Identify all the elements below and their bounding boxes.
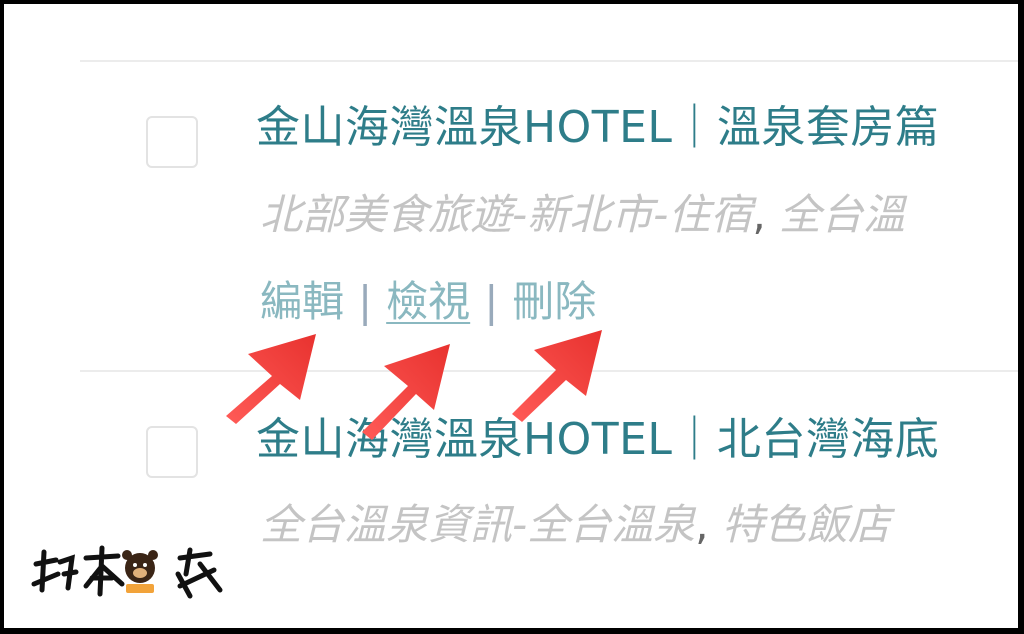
arrow-icon [226,334,316,424]
bear-mascot-icon [122,550,158,593]
post-list-panel: 金山海灣溫泉HOTEL｜溫泉套房篇 北部美食旅遊-新北市-住宿, 全台溫 編輯 |… [4,4,1018,628]
watermark-logo [31,545,223,599]
annotation-arrows [226,330,602,440]
arrow-icon [362,344,450,440]
arrow-icon [512,330,602,422]
